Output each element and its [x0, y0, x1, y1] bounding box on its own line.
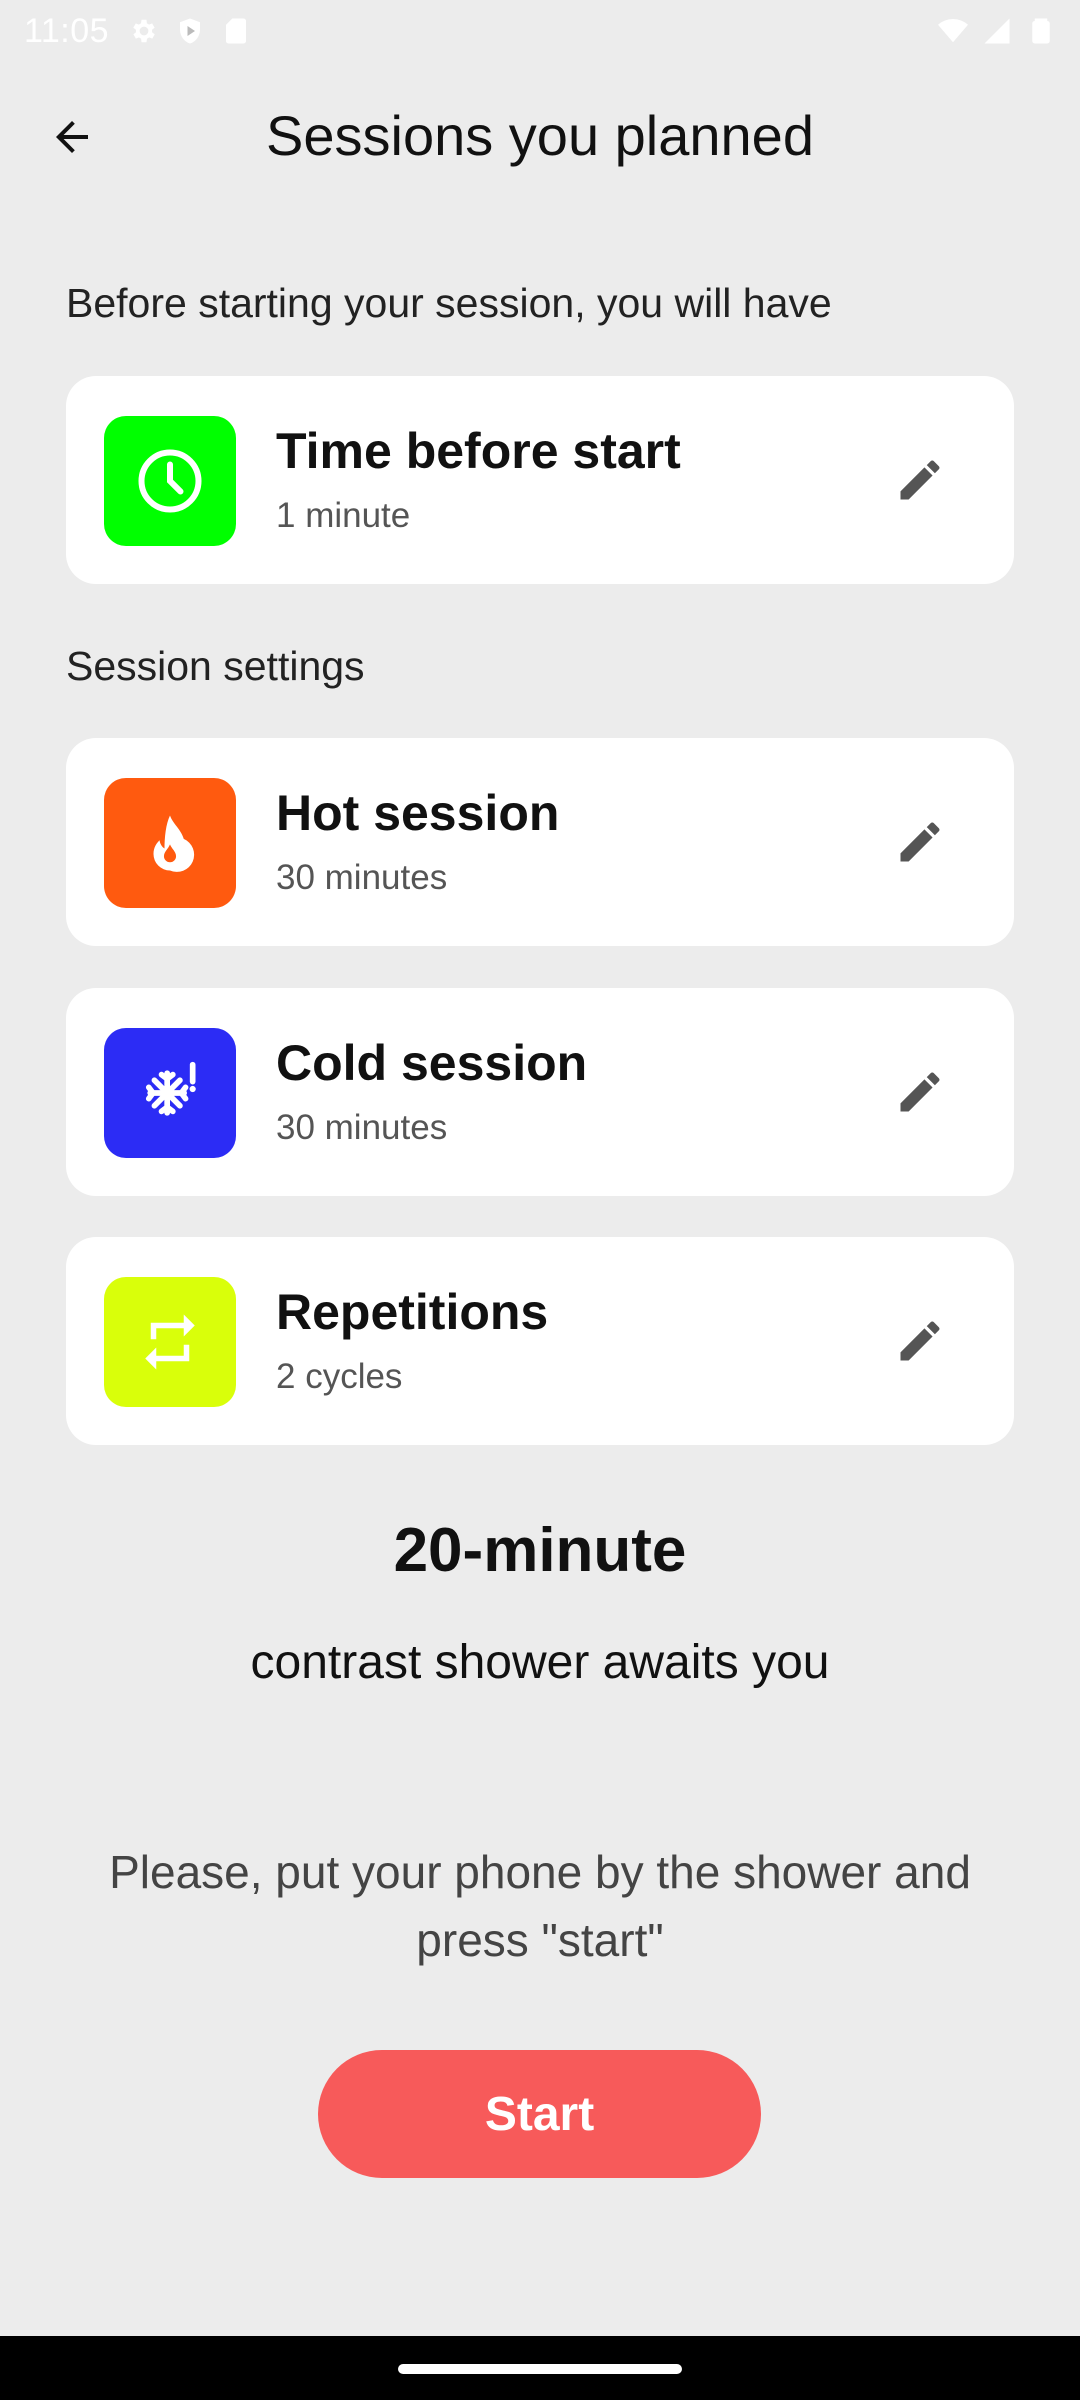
- repeat-icon: [145, 1314, 195, 1370]
- app-bar: Sessions you planned: [0, 85, 1080, 185]
- clock-icon: [138, 449, 202, 513]
- summary-duration: 20-minute: [393, 1516, 687, 1585]
- cold-session-title: Cold session: [276, 1035, 588, 1091]
- pencil-icon: [900, 1321, 940, 1361]
- cold-session-card: Cold session 30 minutes: [66, 988, 1014, 1196]
- edit-time-before-start-button[interactable]: [886, 446, 954, 514]
- pencil-icon: [900, 822, 940, 862]
- repetitions-value: 2 cycles: [276, 1357, 403, 1396]
- repetitions-title: Repetitions: [276, 1284, 549, 1340]
- time-before-start-title: Time before start: [276, 423, 681, 479]
- flame-icon: [153, 815, 195, 872]
- snowflake-icon: [145, 1061, 196, 1116]
- hot-session-card: Hot session 30 minutes: [66, 738, 1014, 946]
- summary-text: contrast shower awaits you: [250, 1636, 830, 1689]
- time-before-start-icon-tile: [104, 416, 236, 546]
- time-before-start-card: Time before start 1 minute: [66, 376, 1014, 584]
- start-button[interactable]: Start: [318, 2050, 761, 2178]
- navigation-bar: [0, 2336, 1080, 2400]
- hot-session-title: Hot session: [276, 785, 560, 841]
- edit-repetitions-button[interactable]: [886, 1307, 954, 1375]
- cold-session-icon-tile: [104, 1028, 236, 1158]
- hot-session-icon-tile: [104, 778, 236, 908]
- section-label-session-settings: Session settings: [66, 643, 365, 689]
- pencil-icon: [900, 1072, 940, 1112]
- section-label-before-start: Before starting your session, you will h…: [66, 280, 832, 326]
- status-right-icons: [938, 16, 1056, 46]
- hot-session-value: 30 minutes: [276, 858, 448, 897]
- sd-card-icon: [226, 18, 247, 44]
- status-time: 11:05: [24, 11, 110, 50]
- status-left-icons: [129, 16, 251, 46]
- time-before-start-value: 1 minute: [276, 496, 411, 535]
- status-bar: 11:05: [0, 0, 1080, 62]
- repetitions-card: Repetitions 2 cycles: [66, 1237, 1014, 1445]
- battery-icon: [1032, 18, 1050, 44]
- wifi-icon: [938, 19, 968, 43]
- shield-icon: [180, 18, 201, 44]
- gear-icon: [133, 19, 155, 43]
- repetitions-icon-tile: [104, 1277, 236, 1407]
- pencil-icon: [900, 460, 940, 500]
- edit-cold-session-button[interactable]: [886, 1058, 954, 1126]
- instructions-text: Please, put your phone by the shower and…: [109, 1846, 971, 1966]
- signal-icon: [984, 18, 1010, 44]
- home-gesture-handle[interactable]: [398, 2364, 682, 2374]
- edit-hot-session-button[interactable]: [886, 808, 954, 876]
- page-title: Sessions you planned: [266, 104, 814, 167]
- cold-session-value: 30 minutes: [276, 1108, 448, 1147]
